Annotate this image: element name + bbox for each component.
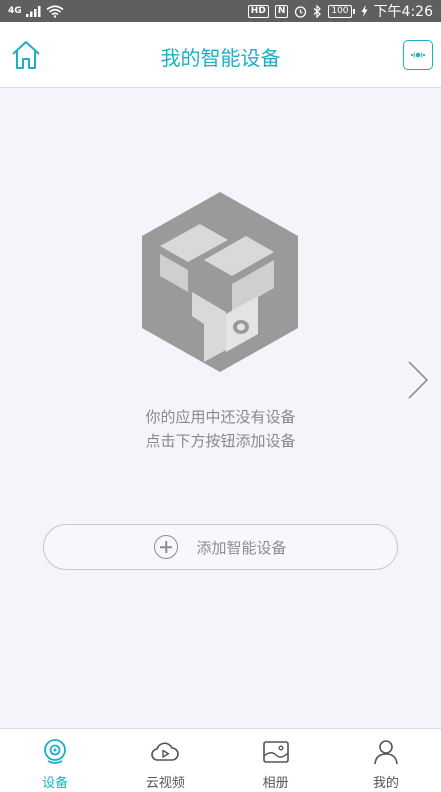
empty-message-line2: 点击下方按钮添加设备 bbox=[145, 432, 296, 450]
network-type: 4G bbox=[8, 6, 22, 16]
add-device-button[interactable]: 添加智能设备 bbox=[43, 524, 398, 570]
nav-label-album: 相册 bbox=[262, 776, 289, 791]
nav-item-mine[interactable]: 我的 bbox=[331, 729, 441, 792]
battery-tip bbox=[352, 8, 355, 14]
wifi-icon bbox=[46, 4, 64, 18]
empty-message-line1: 你的应用中还没有设备 bbox=[145, 408, 296, 426]
user-icon bbox=[374, 740, 398, 765]
chevron-right-icon[interactable] bbox=[405, 358, 431, 402]
hd-badge: HD bbox=[247, 4, 269, 18]
main-content: 你的应用中还没有设备 点击下方按钮添加设备 添加智能设备 bbox=[0, 88, 441, 728]
alarm-icon bbox=[295, 5, 307, 18]
bluetooth-icon bbox=[313, 4, 322, 18]
camera-icon bbox=[44, 739, 67, 764]
empty-box-illustration bbox=[142, 192, 298, 372]
scan-device-button[interactable] bbox=[403, 40, 433, 70]
nav-item-album[interactable]: 相册 bbox=[221, 729, 331, 792]
nav-item-cloud-video[interactable]: 云视频 bbox=[110, 729, 220, 792]
nav-label-mine: 我的 bbox=[372, 776, 399, 791]
nav-label-devices: 设备 bbox=[42, 776, 69, 791]
status-time: 下午4:26 bbox=[373, 4, 433, 20]
charging-icon bbox=[361, 5, 368, 17]
nav-item-devices[interactable]: 设备 bbox=[0, 729, 110, 792]
nav-label-cloud-video: 云视频 bbox=[145, 776, 185, 791]
app-header: 我的智能设备 bbox=[0, 22, 441, 88]
add-device-label: 添加智能设备 bbox=[196, 538, 287, 557]
signal-icon bbox=[25, 6, 41, 17]
battery-level: 100 bbox=[328, 4, 352, 18]
battery-indicator: 100 bbox=[328, 4, 355, 18]
album-icon bbox=[262, 741, 289, 763]
cloud-video-icon bbox=[151, 742, 180, 761]
status-bar: 4G HD N 100 下午4:26 bbox=[0, 0, 441, 22]
page-title: 我的智能设备 bbox=[160, 46, 281, 70]
plus-circle-icon bbox=[154, 535, 179, 559]
status-right: HD N 100 下午4:26 bbox=[247, 1, 433, 21]
status-left: 4G bbox=[8, 4, 64, 18]
bottom-nav: 设备 云视频 相册 我的 bbox=[0, 728, 441, 792]
scan-device-icon bbox=[410, 52, 426, 58]
nfc-badge: N bbox=[274, 4, 289, 18]
